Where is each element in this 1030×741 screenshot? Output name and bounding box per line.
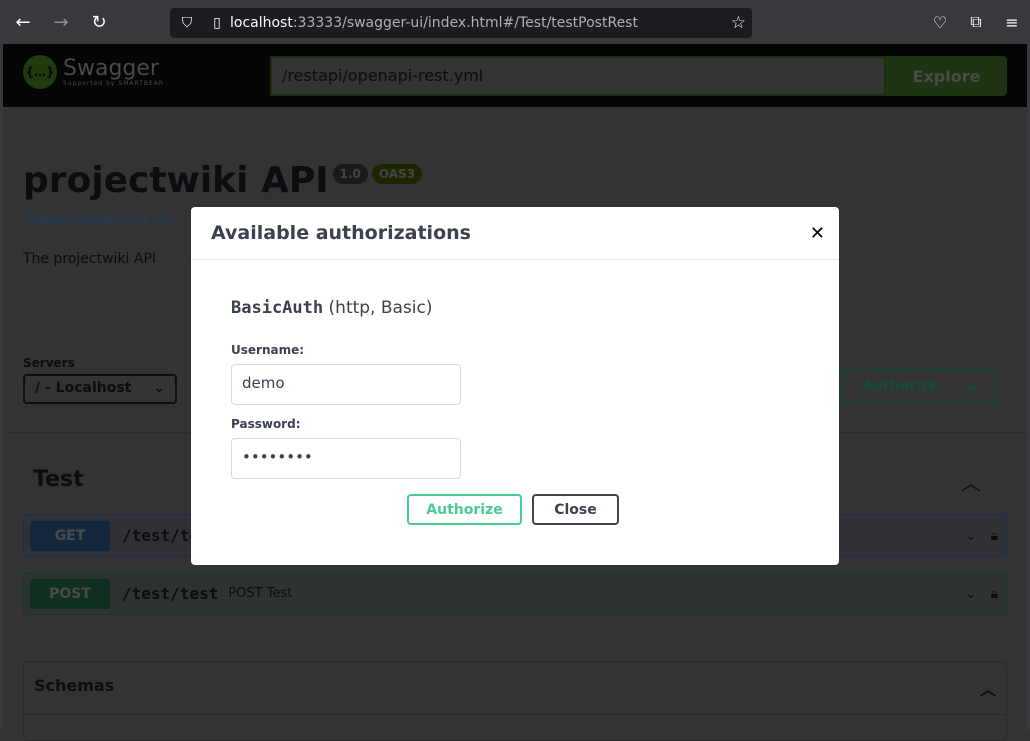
username-input[interactable]: demo bbox=[231, 364, 461, 405]
pocket-icon[interactable]: ♡ bbox=[922, 13, 958, 32]
shield-icon[interactable]: ⛉ bbox=[174, 15, 200, 31]
chevron-down-icon: ⌄ bbox=[153, 380, 165, 396]
authorize-button[interactable]: Authorize 🔒︎ bbox=[841, 368, 997, 403]
bookmark-star-icon[interactable]: ☆ bbox=[731, 13, 746, 33]
modal-authorize-button[interactable]: Authorize bbox=[407, 494, 522, 525]
swagger-logo[interactable]: {…} Swagger Supported by SMARTBEAR bbox=[23, 55, 164, 89]
servers-label: Servers bbox=[23, 356, 75, 370]
modal-close-button[interactable]: Close bbox=[532, 494, 619, 525]
swagger-topbar: {…} Swagger Supported by SMARTBEAR /resta… bbox=[3, 44, 1027, 107]
tag-test[interactable]: Test bbox=[33, 467, 84, 492]
chevron-down-icon: ⌄ bbox=[964, 527, 977, 544]
api-title: projectwiki API 1.0 OAS3 bbox=[23, 160, 423, 201]
scheme-heading: BasicAuth (http, Basic) bbox=[231, 298, 433, 318]
password-label: Password: bbox=[231, 417, 301, 431]
chevron-up-icon[interactable]: ︿ bbox=[961, 467, 981, 496]
back-icon[interactable]: ← bbox=[4, 12, 42, 33]
extensions-icon[interactable]: ⧉ bbox=[958, 12, 994, 32]
close-icon[interactable]: ✕ bbox=[810, 223, 825, 244]
version-badge: 1.0 bbox=[332, 164, 368, 184]
lock-icon: 🔒︎ bbox=[968, 377, 976, 394]
swagger-logo-icon: {…} bbox=[23, 55, 57, 89]
forward-icon[interactable]: → bbox=[42, 12, 80, 33]
spec-url-input[interactable]: /restapi/openapi-rest.yml bbox=[270, 56, 886, 96]
page-icon: ▯ bbox=[213, 15, 221, 31]
oas-badge: OAS3 bbox=[371, 164, 423, 184]
explore-button[interactable]: Explore bbox=[886, 56, 1007, 96]
menu-icon[interactable]: ≡ bbox=[994, 13, 1030, 32]
spec-link[interactable]: /restapi/openapi-rest.yml bbox=[23, 213, 174, 227]
reload-icon[interactable]: ↻ bbox=[80, 12, 118, 33]
schemas-section[interactable]: Schemas ︿ bbox=[23, 661, 1007, 741]
address-bar[interactable]: ⛉ ▯ localhost:33333/swagger-ui/index.htm… bbox=[170, 8, 752, 38]
lock-icon[interactable]: 🔒︎ bbox=[991, 528, 998, 544]
servers-select[interactable]: / - Localhost ⌄ bbox=[23, 374, 177, 404]
modal-title: Available authorizations bbox=[211, 222, 471, 244]
lock-icon[interactable]: 🔒︎ bbox=[991, 586, 998, 602]
operation-post[interactable]: POST /test/test POST Test ⌄ 🔒︎ bbox=[23, 572, 1007, 615]
auth-modal: Available authorizations ✕ BasicAuth (htt… bbox=[191, 207, 839, 565]
username-label: Username: bbox=[231, 343, 305, 357]
password-input[interactable]: •••••••• bbox=[231, 438, 461, 479]
browser-toolbar: ← → ↻ ⛉ ▯ localhost:33333/swagger-ui/ind… bbox=[0, 0, 1030, 44]
chevron-down-icon: ⌄ bbox=[964, 585, 977, 602]
api-description: The projectwiki API bbox=[23, 251, 157, 267]
chevron-up-icon[interactable]: ︿ bbox=[980, 676, 996, 700]
